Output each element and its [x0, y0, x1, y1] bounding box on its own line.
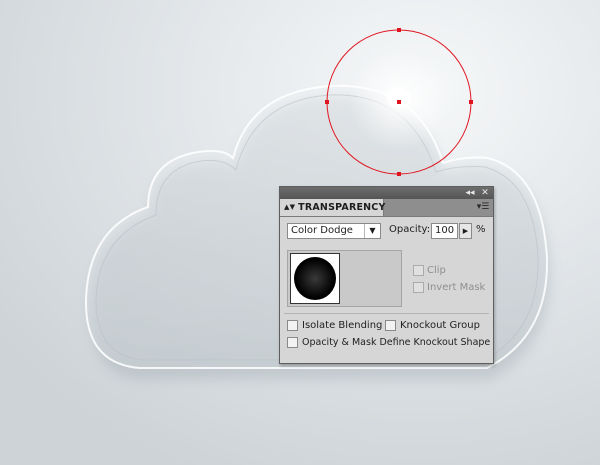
opacity-mask-knockout-checkbox[interactable] — [287, 337, 298, 348]
object-thumbnail[interactable] — [290, 253, 340, 304]
invert-mask-label: Invert Mask — [427, 282, 486, 293]
thumbnail-ball — [294, 257, 336, 300]
isolate-blending-checkbox[interactable] — [287, 320, 298, 331]
anchor-point-right[interactable] — [469, 100, 473, 104]
opacity-label: Opacity: — [389, 224, 431, 235]
opacity-mask-knockout-label: Opacity & Mask Define Knockout Shape — [302, 337, 491, 348]
knockout-group-label: Knockout Group — [400, 320, 480, 331]
opacity-unit: % — [476, 224, 486, 235]
panel-menu-icon[interactable]: ▾☰ — [476, 200, 490, 214]
tab-transparency-label: TRANSPARENCY — [298, 202, 386, 213]
double-left-arrow-icon[interactable]: ◂◂ — [463, 187, 477, 199]
transparency-panel: ◂◂ ✕ ▲▼ TRANSPARENCY ▾☰ Color Dodge ▼ Opa… — [279, 186, 494, 364]
opacity-input[interactable]: 100 — [431, 223, 458, 239]
panel-divider — [284, 313, 489, 314]
tab-transparency[interactable]: ▲▼ TRANSPARENCY — [280, 199, 386, 216]
clip-checkbox[interactable] — [413, 265, 424, 276]
close-icon[interactable]: ✕ — [478, 187, 492, 199]
panel-tab-row: ▲▼ TRANSPARENCY — [280, 199, 493, 217]
isolate-blending-label: Isolate Blending — [302, 320, 383, 331]
anchor-point-top[interactable] — [397, 28, 401, 32]
glow-core — [387, 88, 411, 108]
opacity-slider-arrow-icon[interactable]: ▶ — [459, 223, 472, 239]
thumbnail-area — [287, 250, 402, 307]
panel-titlebar[interactable]: ◂◂ ✕ — [280, 187, 493, 199]
clip-label: Clip — [427, 265, 446, 276]
center-point[interactable] — [397, 100, 401, 104]
blend-mode-value: Color Dodge — [291, 225, 353, 236]
knockout-group-checkbox[interactable] — [385, 320, 396, 331]
blend-mode-select[interactable]: Color Dodge ▼ — [287, 223, 381, 239]
invert-mask-checkbox[interactable] — [413, 282, 424, 293]
anchor-point-bottom[interactable] — [397, 172, 401, 176]
anchor-point-left[interactable] — [325, 100, 329, 104]
chevron-down-icon[interactable]: ▼ — [364, 224, 380, 238]
expand-arrows-icon[interactable]: ▲▼ — [284, 203, 295, 211]
